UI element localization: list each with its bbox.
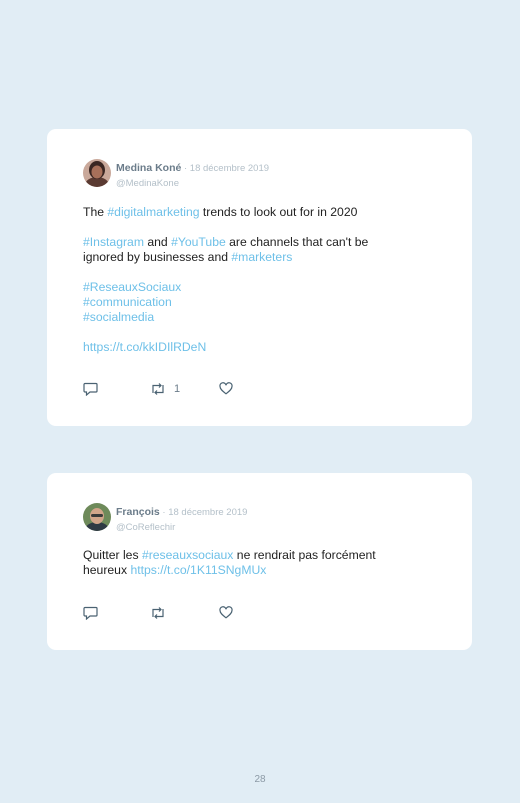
retweet-icon (152, 383, 164, 395)
text: ignored by businesses and (83, 250, 232, 264)
author-handle[interactable]: @MedinaKone (116, 178, 269, 189)
hashtag[interactable]: #reseauxsociaux (142, 548, 233, 562)
hashtag[interactable]: #digitalmarketing (107, 205, 199, 219)
tweet-card: François · 18 décembre 2019 @CoReflechir… (47, 473, 472, 650)
heart-icon (219, 382, 233, 395)
retweet-icon (152, 607, 164, 619)
hashtag[interactable]: #Instagram (83, 235, 144, 249)
hashtag[interactable]: #communication (83, 295, 172, 309)
like-button[interactable] (219, 606, 233, 619)
text: ne rendrait pas forcément (233, 548, 376, 562)
tweet-actions (83, 606, 283, 622)
text: Quitter les (83, 548, 142, 562)
author-name[interactable]: Medina Koné (116, 162, 181, 174)
hashtag[interactable]: #socialmedia (83, 310, 154, 324)
tweet-link[interactable]: https://t.co/kkIDIlRDeN (83, 340, 206, 354)
heart-icon (219, 606, 233, 619)
hashtag[interactable]: #ReseauxSociaux (83, 280, 181, 294)
text: are channels that can't be (225, 235, 369, 249)
tweet-card: Medina Koné · 18 décembre 2019 @MedinaKo… (47, 129, 472, 426)
author-handle[interactable]: @CoReflechir (116, 522, 247, 533)
tweet-date: · 18 décembre 2019 (181, 163, 270, 174)
tweet-text: The #digitalmarketing trends to look out… (83, 205, 433, 355)
retweet-button[interactable] (150, 606, 166, 620)
tweet-actions: 1 (83, 382, 283, 398)
retweet-count: 1 (174, 383, 181, 395)
text: The (83, 205, 108, 219)
like-button[interactable] (219, 382, 233, 395)
hashtag[interactable]: #YouTube (171, 235, 226, 249)
avatar[interactable] (83, 159, 111, 187)
text: heureux (83, 563, 131, 577)
text: trends to look out for in 2020 (199, 205, 358, 219)
page-number: 28 (254, 774, 266, 785)
reply-button[interactable] (83, 382, 98, 396)
tweet-text: Quitter les #reseauxsociaux ne rendrait … (83, 548, 433, 578)
avatar[interactable] (83, 503, 111, 531)
text: and (143, 235, 172, 249)
reply-icon (83, 382, 98, 396)
hashtag[interactable]: #marketers (231, 250, 292, 264)
reply-icon (83, 606, 98, 620)
reply-button[interactable] (83, 606, 98, 620)
tweet-link[interactable]: https://t.co/1K11SNgMUx (130, 563, 266, 577)
retweet-button[interactable]: 1 (150, 382, 180, 396)
tweet-date: · 18 décembre 2019 (159, 507, 248, 518)
author-name[interactable]: François (116, 506, 160, 518)
